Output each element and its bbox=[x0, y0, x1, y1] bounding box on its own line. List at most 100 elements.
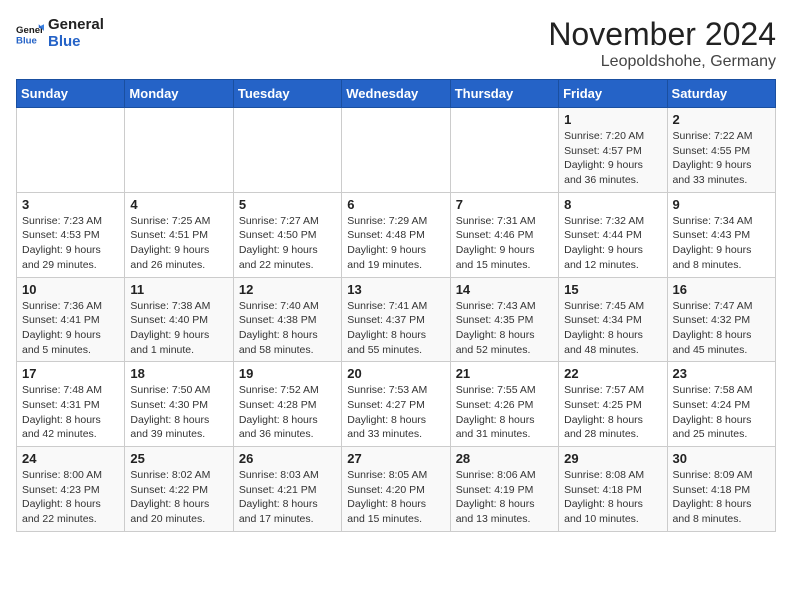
day-info: Sunrise: 7:47 AM Sunset: 4:32 PM Dayligh… bbox=[673, 299, 770, 358]
day-info: Sunrise: 8:05 AM Sunset: 4:20 PM Dayligh… bbox=[347, 468, 444, 527]
weekday-header-cell: Monday bbox=[125, 80, 233, 108]
calendar-cell: 18Sunrise: 7:50 AM Sunset: 4:30 PM Dayli… bbox=[125, 362, 233, 447]
calendar-cell: 29 Sunrise: 8:08 AM Sunset: 4:18 PM Dayli… bbox=[559, 447, 667, 532]
weekday-header-cell: Sunday bbox=[17, 80, 125, 108]
calendar-cell: 11 Sunrise: 7:38 AM Sunset: 4:40 PM Dayli… bbox=[125, 277, 233, 362]
day-info: Sunrise: 7:27 AM Sunset: 4:50 PM Dayligh… bbox=[239, 214, 336, 273]
day-info: Sunrise: 7:29 AM Sunset: 4:48 PM Dayligh… bbox=[347, 214, 444, 273]
calendar-cell: 5 Sunrise: 7:27 AM Sunset: 4:50 PM Daylig… bbox=[233, 192, 341, 277]
day-number: 12 bbox=[239, 282, 336, 297]
calendar-cell: 2 Sunrise: 7:22 AM Sunset: 4:55 PM Daylig… bbox=[667, 108, 775, 193]
calendar-cell: 24 Sunrise: 8:00 AM Sunset: 4:23 PM Dayli… bbox=[17, 447, 125, 532]
day-number: 26 bbox=[239, 451, 336, 466]
day-number: 15 bbox=[564, 282, 661, 297]
logo-line2: Blue bbox=[48, 33, 104, 50]
weekday-header-cell: Thursday bbox=[450, 80, 558, 108]
day-info: Sunrise: 7:22 AM Sunset: 4:55 PM Dayligh… bbox=[673, 129, 770, 188]
day-number: 9 bbox=[673, 197, 770, 212]
day-number: 28 bbox=[456, 451, 553, 466]
day-number: 23 bbox=[673, 366, 770, 381]
day-info: Sunrise: 7:57 AM Sunset: 4:25 PM Dayligh… bbox=[564, 383, 661, 442]
calendar-week-row: 10Sunrise: 7:36 AM Sunset: 4:41 PM Dayli… bbox=[17, 277, 776, 362]
day-info: Sunrise: 7:45 AM Sunset: 4:34 PM Dayligh… bbox=[564, 299, 661, 358]
calendar-cell: 7 Sunrise: 7:31 AM Sunset: 4:46 PM Daylig… bbox=[450, 192, 558, 277]
day-number: 7 bbox=[456, 197, 553, 212]
day-info: Sunrise: 7:53 AM Sunset: 4:27 PM Dayligh… bbox=[347, 383, 444, 442]
calendar-cell: 3Sunrise: 7:23 AM Sunset: 4:53 PM Daylig… bbox=[17, 192, 125, 277]
day-info: Sunrise: 7:20 AM Sunset: 4:57 PM Dayligh… bbox=[564, 129, 661, 188]
calendar-cell: 27 Sunrise: 8:05 AM Sunset: 4:20 PM Dayli… bbox=[342, 447, 450, 532]
day-info: Sunrise: 8:06 AM Sunset: 4:19 PM Dayligh… bbox=[456, 468, 553, 527]
calendar-cell: 9Sunrise: 7:34 AM Sunset: 4:43 PM Daylig… bbox=[667, 192, 775, 277]
day-number: 29 bbox=[564, 451, 661, 466]
calendar-cell bbox=[342, 108, 450, 193]
day-number: 24 bbox=[22, 451, 119, 466]
weekday-header-cell: Friday bbox=[559, 80, 667, 108]
day-info: Sunrise: 7:31 AM Sunset: 4:46 PM Dayligh… bbox=[456, 214, 553, 273]
title-area: November 2024 Leopoldshohe, Germany bbox=[548, 16, 776, 71]
day-number: 27 bbox=[347, 451, 444, 466]
day-info: Sunrise: 7:52 AM Sunset: 4:28 PM Dayligh… bbox=[239, 383, 336, 442]
header: General Blue General Blue November 2024 … bbox=[16, 16, 776, 71]
day-number: 16 bbox=[673, 282, 770, 297]
svg-text:Blue: Blue bbox=[16, 36, 37, 47]
day-number: 5 bbox=[239, 197, 336, 212]
calendar-week-row: 24 Sunrise: 8:00 AM Sunset: 4:23 PM Dayli… bbox=[17, 447, 776, 532]
calendar-cell: 21Sunrise: 7:55 AM Sunset: 4:26 PM Dayli… bbox=[450, 362, 558, 447]
calendar-cell: 4 Sunrise: 7:25 AM Sunset: 4:51 PM Daylig… bbox=[125, 192, 233, 277]
day-info: Sunrise: 8:09 AM Sunset: 4:18 PM Dayligh… bbox=[673, 468, 770, 527]
weekday-header-cell: Saturday bbox=[667, 80, 775, 108]
day-number: 1 bbox=[564, 112, 661, 127]
day-number: 21 bbox=[456, 366, 553, 381]
calendar-table: SundayMondayTuesdayWednesdayThursdayFrid… bbox=[16, 79, 776, 532]
calendar-cell: 19Sunrise: 7:52 AM Sunset: 4:28 PM Dayli… bbox=[233, 362, 341, 447]
calendar-week-row: 1 Sunrise: 7:20 AM Sunset: 4:57 PM Daylig… bbox=[17, 108, 776, 193]
day-number: 30 bbox=[673, 451, 770, 466]
day-number: 2 bbox=[673, 112, 770, 127]
day-info: Sunrise: 8:02 AM Sunset: 4:22 PM Dayligh… bbox=[130, 468, 227, 527]
day-number: 17 bbox=[22, 366, 119, 381]
calendar-cell: 16 Sunrise: 7:47 AM Sunset: 4:32 PM Dayli… bbox=[667, 277, 775, 362]
day-info: Sunrise: 7:23 AM Sunset: 4:53 PM Dayligh… bbox=[22, 214, 119, 273]
calendar-cell bbox=[233, 108, 341, 193]
day-number: 11 bbox=[130, 282, 227, 297]
day-info: Sunrise: 7:32 AM Sunset: 4:44 PM Dayligh… bbox=[564, 214, 661, 273]
calendar-cell: 20Sunrise: 7:53 AM Sunset: 4:27 PM Dayli… bbox=[342, 362, 450, 447]
day-info: Sunrise: 7:25 AM Sunset: 4:51 PM Dayligh… bbox=[130, 214, 227, 273]
weekday-header-cell: Wednesday bbox=[342, 80, 450, 108]
day-info: Sunrise: 7:38 AM Sunset: 4:40 PM Dayligh… bbox=[130, 299, 227, 358]
weekday-header-cell: Tuesday bbox=[233, 80, 341, 108]
calendar-body: 1 Sunrise: 7:20 AM Sunset: 4:57 PM Daylig… bbox=[17, 108, 776, 532]
calendar-cell: 8Sunrise: 7:32 AM Sunset: 4:44 PM Daylig… bbox=[559, 192, 667, 277]
day-number: 4 bbox=[130, 197, 227, 212]
day-number: 14 bbox=[456, 282, 553, 297]
month-title: November 2024 bbox=[548, 16, 776, 53]
calendar-cell bbox=[450, 108, 558, 193]
logo-line1: General bbox=[48, 16, 104, 33]
calendar-cell: 26Sunrise: 8:03 AM Sunset: 4:21 PM Dayli… bbox=[233, 447, 341, 532]
calendar-cell: 23 Sunrise: 7:58 AM Sunset: 4:24 PM Dayli… bbox=[667, 362, 775, 447]
day-info: Sunrise: 7:41 AM Sunset: 4:37 PM Dayligh… bbox=[347, 299, 444, 358]
calendar-cell: 12Sunrise: 7:40 AM Sunset: 4:38 PM Dayli… bbox=[233, 277, 341, 362]
day-info: Sunrise: 7:36 AM Sunset: 4:41 PM Dayligh… bbox=[22, 299, 119, 358]
calendar-cell: 25 Sunrise: 8:02 AM Sunset: 4:22 PM Dayli… bbox=[125, 447, 233, 532]
calendar-cell: 17 Sunrise: 7:48 AM Sunset: 4:31 PM Dayli… bbox=[17, 362, 125, 447]
day-number: 22 bbox=[564, 366, 661, 381]
day-info: Sunrise: 7:48 AM Sunset: 4:31 PM Dayligh… bbox=[22, 383, 119, 442]
logo-icon: General Blue bbox=[16, 19, 44, 47]
day-number: 25 bbox=[130, 451, 227, 466]
calendar-cell: 22 Sunrise: 7:57 AM Sunset: 4:25 PM Dayli… bbox=[559, 362, 667, 447]
calendar-cell: 30 Sunrise: 8:09 AM Sunset: 4:18 PM Dayli… bbox=[667, 447, 775, 532]
calendar-week-row: 3Sunrise: 7:23 AM Sunset: 4:53 PM Daylig… bbox=[17, 192, 776, 277]
calendar-cell: 13Sunrise: 7:41 AM Sunset: 4:37 PM Dayli… bbox=[342, 277, 450, 362]
day-info: Sunrise: 7:43 AM Sunset: 4:35 PM Dayligh… bbox=[456, 299, 553, 358]
day-info: Sunrise: 8:00 AM Sunset: 4:23 PM Dayligh… bbox=[22, 468, 119, 527]
calendar-cell: 6Sunrise: 7:29 AM Sunset: 4:48 PM Daylig… bbox=[342, 192, 450, 277]
day-info: Sunrise: 7:58 AM Sunset: 4:24 PM Dayligh… bbox=[673, 383, 770, 442]
day-info: Sunrise: 8:08 AM Sunset: 4:18 PM Dayligh… bbox=[564, 468, 661, 527]
calendar-week-row: 17 Sunrise: 7:48 AM Sunset: 4:31 PM Dayli… bbox=[17, 362, 776, 447]
logo: General Blue General Blue bbox=[16, 16, 104, 50]
calendar-cell: 1 Sunrise: 7:20 AM Sunset: 4:57 PM Daylig… bbox=[559, 108, 667, 193]
calendar-cell: 14 Sunrise: 7:43 AM Sunset: 4:35 PM Dayli… bbox=[450, 277, 558, 362]
day-info: Sunrise: 7:50 AM Sunset: 4:30 PM Dayligh… bbox=[130, 383, 227, 442]
